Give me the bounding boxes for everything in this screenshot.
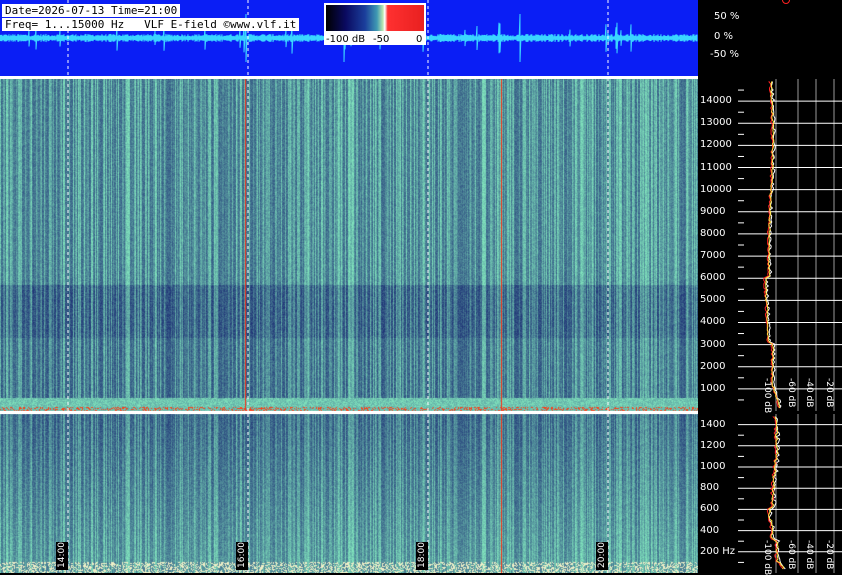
full-band-tick-8: 6000 (700, 272, 726, 284)
profile-top-db-40: -40 dB (804, 378, 814, 408)
colorbar: -100 dB -50 0 (324, 3, 426, 45)
full-band-tick-10: 4000 (700, 316, 726, 328)
colorbar-tick-min: -100 dB (326, 34, 366, 45)
time-label-20: 20:00 (597, 542, 607, 568)
time-markers (67, 0, 609, 573)
profile-top-db-60: -60 dB (786, 378, 796, 408)
status-indicator (782, 0, 790, 4)
full-band-tick-4: 10000 (700, 183, 732, 195)
low-band-tick-0: 1400 (700, 418, 726, 430)
low-band-tick-5: 400 (700, 524, 720, 536)
full-band-tick-12: 2000 (700, 360, 726, 372)
time-label-16: 16:00 (237, 542, 247, 568)
time-tag-20: 20:00 (596, 542, 608, 570)
full-band-tick-3: 11000 (700, 161, 732, 173)
low-band-tick-6: 200 Hz (700, 545, 736, 557)
profile-top-db-20: -20 dB (824, 378, 834, 408)
date-time-label: Date=2026-07-13 Time=21:00 (2, 4, 181, 17)
time-tag-18: 18:00 (416, 542, 428, 570)
low-band-tick-1: 1200 (700, 439, 726, 451)
profile-bottom-db-20: -20 dB (824, 540, 834, 570)
profile-top-red (763, 81, 780, 409)
full-band-tick-0: 14000 (700, 95, 732, 107)
full-band-tick-9: 5000 (700, 294, 726, 306)
frequency-axis (738, 79, 842, 573)
colorbar-gradient (326, 5, 424, 31)
full-band-tick-5: 9000 (700, 205, 726, 217)
colorbar-tick-mid: -50 (373, 34, 390, 45)
profile-bottom-db-100: -100 dB (762, 540, 772, 575)
low-band-tick-3: 800 (700, 482, 720, 494)
profile-top-db-100: -100 dB (762, 378, 772, 414)
full-band-tick-7: 7000 (700, 250, 726, 262)
colorbar-tick-max: 0 (416, 34, 423, 45)
full-band-tick-1: 13000 (700, 117, 732, 129)
low-band-tick-2: 1000 (700, 461, 726, 472)
full-band-tick-6: 8000 (700, 227, 726, 239)
low-band-tick-4: 600 (700, 503, 720, 515)
full-band-tick-2: 12000 (700, 139, 732, 151)
full-band-tick-11: 3000 (700, 338, 726, 350)
frequency-label: Freq= 1...15000 Hz VLF E-field ©www.vlf.… (2, 18, 300, 31)
vlf-display: Date=2026-07-13 Time=21:00 Freq= 1...150… (0, 0, 842, 575)
time-tag-16: 16:00 (236, 542, 248, 570)
time-label-14: 14:00 (57, 542, 67, 568)
time-label-18: 18:00 (417, 542, 427, 568)
time-tag-14: 14:00 (56, 542, 68, 570)
profile-bottom-db-40: -40 dB (804, 540, 814, 570)
full-band-tick-13: 1000 (700, 382, 726, 394)
profile-top-yellow (764, 81, 780, 409)
profile-bottom-db-60: -60 dB (786, 540, 796, 570)
